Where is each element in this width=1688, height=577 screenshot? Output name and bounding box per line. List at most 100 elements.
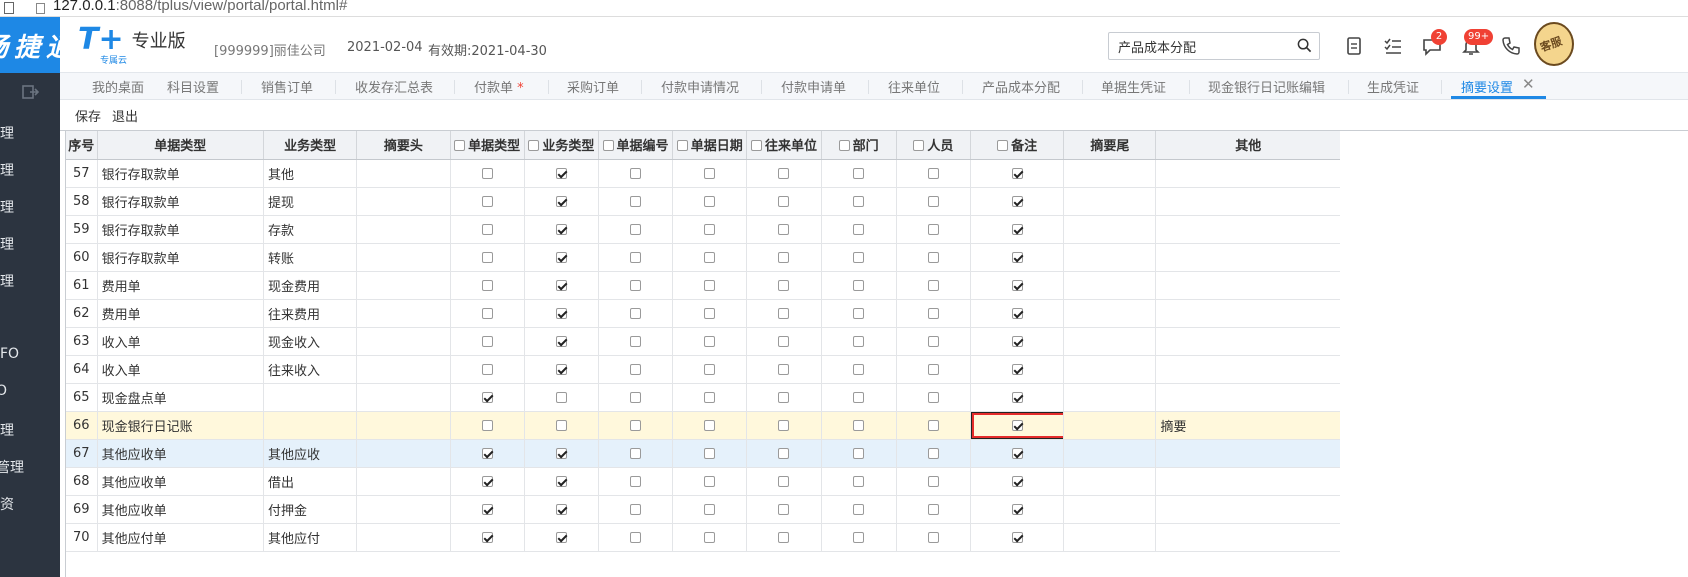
- checkbox-cell[interactable]: [598, 299, 674, 328]
- row-checkbox[interactable]: [927, 167, 939, 179]
- row-checkbox[interactable]: [481, 391, 493, 403]
- exit-icon[interactable]: [0, 73, 60, 111]
- checkbox-cell[interactable]: [746, 187, 822, 216]
- table-row[interactable]: 60 银行存取款单 转账: [66, 243, 1340, 272]
- biz-type-cell[interactable]: 往来收入: [263, 355, 358, 384]
- checkbox-cell[interactable]: [450, 411, 525, 440]
- row-checkbox[interactable]: [555, 223, 567, 235]
- checkbox-cell[interactable]: [672, 299, 748, 328]
- checkbox-cell[interactable]: [821, 355, 897, 384]
- checkbox-cell[interactable]: [896, 159, 971, 188]
- row-number[interactable]: 61: [66, 271, 98, 300]
- checkbox-cell[interactable]: [524, 187, 599, 216]
- row-checkbox[interactable]: [1011, 475, 1023, 487]
- row-checkbox[interactable]: [555, 195, 567, 207]
- summary-tail-cell[interactable]: [1063, 523, 1157, 552]
- checkbox-cell[interactable]: [970, 159, 1065, 188]
- row-number[interactable]: 66: [66, 411, 98, 440]
- checkbox-cell[interactable]: [598, 495, 674, 524]
- row-checkbox[interactable]: [704, 391, 716, 403]
- checkbox-cell[interactable]: [896, 523, 971, 552]
- doc-type-cell[interactable]: 其他应收单: [97, 439, 265, 468]
- row-checkbox[interactable]: [704, 503, 716, 515]
- other-cell[interactable]: [1155, 243, 1340, 272]
- summary-head-cell[interactable]: [356, 187, 451, 216]
- checkbox-cell[interactable]: [821, 215, 897, 244]
- checkbox-cell[interactable]: [821, 327, 897, 356]
- summary-head-cell[interactable]: [356, 355, 451, 384]
- checkbox-cell[interactable]: [896, 411, 971, 440]
- checkbox-cell[interactable]: [746, 495, 822, 524]
- checkbox-cell[interactable]: [746, 383, 822, 412]
- checkbox-cell[interactable]: [672, 243, 748, 272]
- tab-my-desktop[interactable]: 我的桌面: [92, 77, 144, 96]
- table-row[interactable]: 59 银行存取款单 存款: [66, 215, 1340, 244]
- checkbox-cell[interactable]: [450, 523, 525, 552]
- other-cell[interactable]: [1155, 215, 1340, 244]
- row-checkbox[interactable]: [1011, 167, 1023, 179]
- checkbox-cell[interactable]: [524, 159, 599, 188]
- checkbox-cell[interactable]: [746, 355, 822, 384]
- checkbox-cell[interactable]: [970, 215, 1065, 244]
- row-checkbox[interactable]: [778, 447, 790, 459]
- row-checkbox[interactable]: [481, 503, 493, 515]
- checkbox-cell[interactable]: [970, 495, 1065, 524]
- row-checkbox[interactable]: [778, 279, 790, 291]
- checkbox-cell[interactable]: [672, 215, 748, 244]
- row-checkbox[interactable]: [778, 475, 790, 487]
- other-cell[interactable]: [1155, 327, 1340, 356]
- sidebar-item-8[interactable]: 理: [0, 420, 14, 440]
- row-checkbox[interactable]: [481, 531, 493, 543]
- row-checkbox[interactable]: [630, 531, 642, 543]
- checkbox-cell[interactable]: [672, 439, 748, 468]
- row-checkbox[interactable]: [630, 363, 642, 375]
- row-checkbox[interactable]: [927, 279, 939, 291]
- row-checkbox[interactable]: [778, 335, 790, 347]
- checkbox-cell[interactable]: [970, 467, 1065, 496]
- checkbox-cell[interactable]: [450, 383, 525, 412]
- header-checkbox[interactable]: [913, 140, 925, 152]
- row-checkbox[interactable]: [704, 447, 716, 459]
- tab-sales-order[interactable]: 销售订单: [261, 77, 313, 96]
- checkbox-cell[interactable]: [746, 439, 822, 468]
- summary-head-cell[interactable]: [356, 495, 451, 524]
- row-checkbox[interactable]: [630, 391, 642, 403]
- phone-icon[interactable]: [1500, 35, 1522, 57]
- summary-tail-cell[interactable]: [1063, 327, 1157, 356]
- checkbox-cell[interactable]: [524, 439, 599, 468]
- table-row[interactable]: 61 费用单 现金费用: [66, 271, 1340, 300]
- doc-type-cell[interactable]: 其他应付单: [97, 523, 265, 552]
- col-header-check-partner[interactable]: 往来单位: [746, 131, 822, 160]
- checkbox-cell[interactable]: [821, 243, 897, 272]
- checkbox-cell[interactable]: [598, 523, 674, 552]
- row-number[interactable]: 68: [66, 467, 98, 496]
- checkbox-cell[interactable]: [970, 439, 1065, 468]
- col-header-check-dept[interactable]: 部门: [821, 131, 897, 160]
- tab-product-cost-allocation[interactable]: 产品成本分配: [982, 77, 1060, 96]
- row-checkbox[interactable]: [481, 223, 493, 235]
- row-checkbox[interactable]: [1011, 419, 1023, 431]
- checkbox-cell[interactable]: [598, 439, 674, 468]
- summary-head-cell[interactable]: [356, 215, 451, 244]
- browser-address-bar[interactable]: 127.0.0.1:8088/tplus/view/portal/portal.…: [0, 0, 1688, 17]
- checkbox-cell[interactable]: [746, 243, 822, 272]
- checkbox-cell[interactable]: [821, 467, 897, 496]
- checkbox-cell[interactable]: [896, 383, 971, 412]
- summary-head-cell[interactable]: [356, 467, 451, 496]
- row-checkbox[interactable]: [555, 391, 567, 403]
- row-checkbox[interactable]: [1011, 251, 1023, 263]
- table-row[interactable]: 64 收入单 往来收入: [66, 355, 1340, 384]
- doc-type-cell[interactable]: 其他应收单: [97, 467, 265, 496]
- row-checkbox[interactable]: [853, 419, 865, 431]
- row-checkbox[interactable]: [555, 475, 567, 487]
- other-cell[interactable]: [1155, 523, 1340, 552]
- url-text[interactable]: 127.0.0.1:8088/tplus/view/portal/portal.…: [53, 0, 347, 14]
- doc-type-cell[interactable]: 银行存取款单: [97, 159, 265, 188]
- row-checkbox[interactable]: [481, 251, 493, 263]
- sidebar-item-7[interactable]: O: [0, 383, 7, 399]
- summary-head-cell[interactable]: [356, 271, 451, 300]
- checkbox-cell[interactable]: [598, 383, 674, 412]
- doc-type-cell[interactable]: 银行存取款单: [97, 243, 265, 272]
- checkbox-cell[interactable]: [450, 355, 525, 384]
- row-checkbox[interactable]: [555, 279, 567, 291]
